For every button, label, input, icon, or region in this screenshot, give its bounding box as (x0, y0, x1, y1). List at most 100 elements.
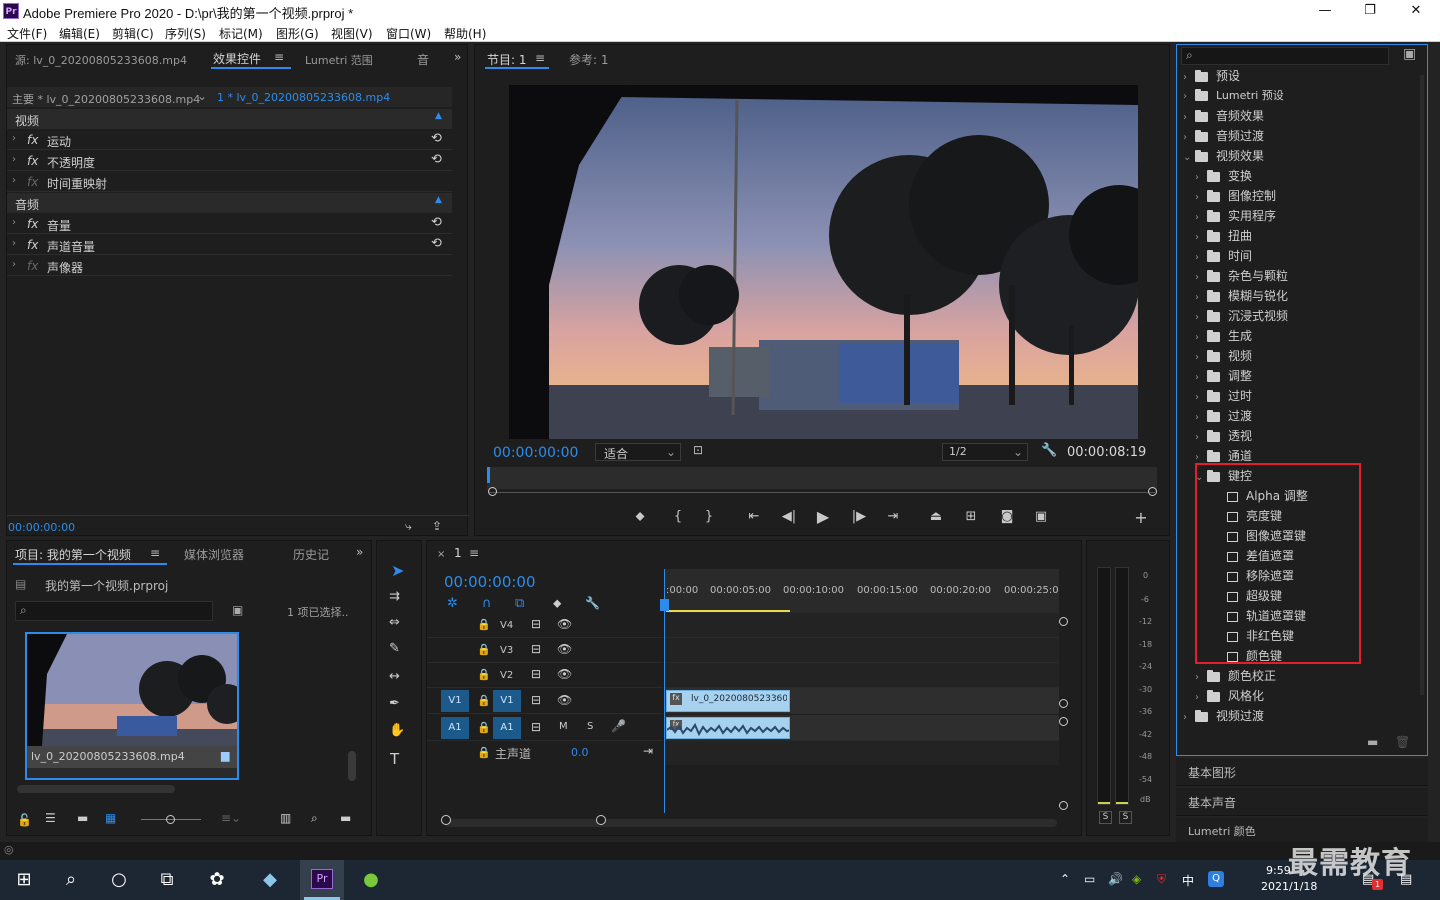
qq-icon[interactable]: Q (1208, 871, 1224, 887)
fx-icon[interactable]: fx (27, 217, 38, 231)
close-button[interactable]: ✕ (1393, 0, 1439, 22)
collapse-arrow-icon[interactable]: ▲ (435, 111, 442, 121)
eye-icon[interactable]: 👁 (557, 693, 572, 707)
menu-graphics[interactable]: 图形(G) (276, 25, 319, 42)
tab-reference[interactable]: 参考: 1 (569, 51, 609, 68)
chevron-right-icon[interactable]: › (1195, 232, 1207, 243)
effect-row-motion[interactable]: › fx 运动 ⟲ (7, 130, 452, 150)
zoom-fit-select[interactable]: 适合 ⌄ (595, 443, 681, 461)
lock-icon[interactable]: 🔒 (477, 643, 491, 656)
tree-item-video-folder[interactable]: › 过时 (1195, 387, 1252, 407)
microphone-icon[interactable]: 🎤 (611, 719, 626, 733)
volume-icon[interactable]: 🔊 (1108, 872, 1123, 886)
program-timecode[interactable]: 00:00:00:00 (493, 445, 578, 461)
chevron-right-icon[interactable]: › (1195, 692, 1207, 703)
expand-chevron-icon[interactable]: › (12, 238, 16, 249)
tab-media-browser[interactable]: 媒体浏览器 (184, 546, 244, 563)
tree-item-video-folder[interactable]: › 图像控制 (1195, 187, 1276, 207)
track-lane-v2[interactable] (664, 663, 1059, 688)
panel-menu-icon[interactable]: ≡ (469, 546, 479, 560)
green-app-icon[interactable]: ● (359, 868, 383, 892)
windows-start-icon[interactable]: ⊞ (12, 868, 36, 892)
tree-item-video-folder[interactable]: › 沉浸式视频 (1195, 307, 1288, 327)
tree-item-video-effects[interactable]: ⌄ 视频效果 (1183, 147, 1264, 167)
scroll-handle-mid[interactable] (1059, 699, 1068, 708)
trash-icon[interactable]: 🗑 (1395, 735, 1410, 749)
zoom-bar[interactable] (489, 492, 1155, 493)
menu-marker[interactable]: 标记(M) (219, 25, 263, 42)
track-lane-v3[interactable] (664, 638, 1059, 663)
task-view-icon[interactable]: ⧉ (155, 868, 179, 892)
work-area-bar[interactable] (666, 610, 790, 612)
find-icon[interactable]: ⌕ (311, 811, 318, 826)
pen-tool-icon[interactable]: ✒ (389, 696, 400, 711)
tree-item-video-folder[interactable]: › 变换 (1195, 167, 1252, 187)
sequence-clip-label[interactable]: 1 * lv_0_20200805233608.mp4 (217, 91, 390, 104)
tree-item-video-folder[interactable]: › 生成 (1195, 327, 1252, 347)
chevron-right-icon[interactable]: › (1195, 392, 1207, 403)
fx-icon[interactable]: fx (27, 238, 38, 252)
clock-time[interactable]: 9:59 (1266, 864, 1291, 877)
tree-item-video-folder[interactable]: › 颜色校正 (1195, 667, 1276, 687)
maximize-button[interactable]: ❐ (1347, 0, 1393, 22)
new-bin-icon[interactable]: ▬ (1367, 735, 1378, 749)
tree-item-video-folder[interactable]: › 模糊与锐化 (1195, 287, 1288, 307)
sync-lock-icon[interactable]: ⊟ (531, 667, 541, 681)
tree-item-video-folder[interactable]: › 过渡 (1195, 407, 1252, 427)
lock-icon[interactable]: 🔓 (17, 813, 32, 827)
essential-sound-panel[interactable]: 基本声音 (1176, 788, 1428, 816)
solo-right-button[interactable]: S (1119, 811, 1132, 824)
security-shield-icon[interactable]: ⛨ (1157, 872, 1166, 887)
project-search-input[interactable]: ⌕ (15, 601, 213, 621)
slip-tool-icon[interactable]: ↔ (389, 669, 400, 684)
menu-clip[interactable]: 剪辑(C) (112, 25, 154, 42)
video-clip[interactable]: fx lv_0_20200805233608.mp4 (666, 690, 790, 712)
comparison-view-icon[interactable]: ▣ (1030, 509, 1052, 524)
overflow-chevron-icon[interactable]: » (356, 545, 363, 559)
effects-search-input[interactable]: ⌕ (1181, 47, 1389, 65)
reset-icon[interactable]: ⟲ (431, 131, 442, 146)
nvidia-icon[interactable]: ◈ (1132, 872, 1141, 886)
effect-row-opacity[interactable]: › fx 不透明度 ⟲ (7, 151, 452, 171)
tree-item-video-folder[interactable]: › 扭曲 (1195, 227, 1252, 247)
lock-icon[interactable]: 🔒 (477, 694, 491, 707)
sync-lock-icon[interactable]: ⊟ (531, 720, 541, 734)
linked-selection-icon[interactable]: ⧉ (515, 596, 524, 611)
tab-lumetri-scopes[interactable]: Lumetri 范围 (305, 52, 373, 68)
chevron-right-icon[interactable]: › (1195, 192, 1207, 203)
tab-audio[interactable]: 音 (417, 51, 429, 68)
ime-indicator[interactable]: 中 (1182, 872, 1194, 889)
eye-icon[interactable]: 👁 (557, 667, 572, 681)
effect-row-channel-volume[interactable]: › fx 声道音量 ⟲ (7, 235, 452, 255)
camera-icon[interactable]: ◙ (996, 509, 1018, 524)
reset-icon[interactable]: ⟲ (431, 215, 442, 230)
timeline-timecode[interactable]: 00:00:00:00 (444, 573, 536, 591)
master-volume-value[interactable]: 0.0 (571, 746, 589, 759)
go-to-end-icon[interactable]: ⇥ (643, 744, 653, 758)
wrench-icon[interactable]: 🔧 (1041, 443, 1057, 458)
playhead[interactable] (487, 467, 490, 483)
scroll-handle-bottom[interactable] (1059, 801, 1068, 810)
lock-icon[interactable]: 🔒 (477, 668, 491, 681)
lock-icon[interactable]: 🔒 (477, 721, 491, 734)
chevron-right-icon[interactable]: › (1195, 672, 1207, 683)
chevron-right-icon[interactable]: › (1195, 452, 1207, 463)
tree-item-video-folder[interactable]: › 时间 (1195, 247, 1252, 267)
menu-edit[interactable]: 编辑(E) (59, 25, 100, 42)
tab-sequence[interactable]: 1 (454, 546, 462, 560)
effect-row-volume[interactable]: › fx 音量 ⟲ (7, 214, 452, 234)
mute-button[interactable]: M (559, 721, 568, 732)
track-lane-a1[interactable]: fx (664, 715, 1059, 741)
menu-help[interactable]: 帮助(H) (444, 25, 486, 42)
timeline-zoom-bar[interactable] (445, 819, 1057, 827)
expand-chevron-icon[interactable]: › (12, 133, 16, 144)
tree-item-audio-effects[interactable]: › 音频效果 (1183, 107, 1264, 127)
settings-box-icon[interactable]: ⊡ (693, 443, 703, 457)
premiere-taskbar-button[interactable]: Pr (300, 860, 344, 900)
chevron-down-icon[interactable]: ⌄ (1183, 152, 1195, 163)
expand-chevron-icon[interactable]: › (12, 217, 16, 228)
tree-item-video-folder[interactable]: › 视频 (1195, 347, 1252, 367)
type-tool-icon[interactable]: T (390, 750, 399, 768)
track-select-tool-icon[interactable]: ⇉ (389, 589, 400, 604)
razor-tool-icon[interactable]: ✎ (389, 641, 400, 656)
